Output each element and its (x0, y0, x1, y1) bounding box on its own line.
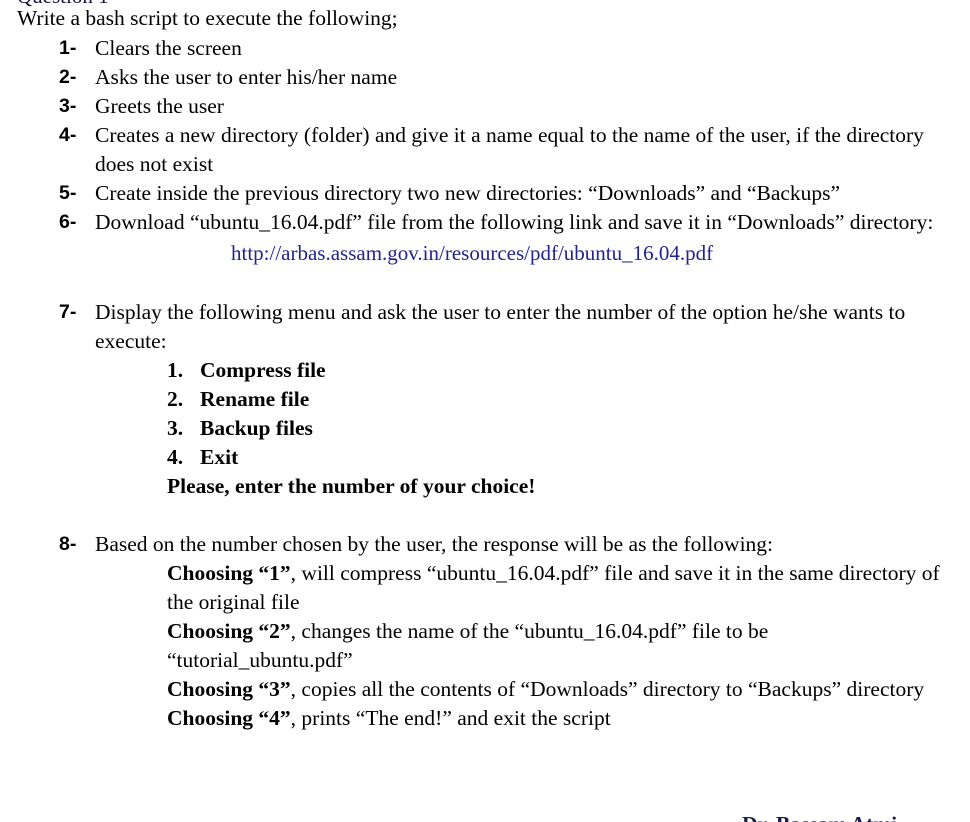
list-item-body: Asks the user to enter his/her name (95, 63, 962, 92)
download-link[interactable]: http://arbas.assam.gov.in/resources/pdf/… (231, 237, 940, 269)
menu-prompt: Please, enter the number of your choice! (167, 474, 536, 498)
footer-signature-clipped: Dr. Bassam Atmi (742, 810, 897, 822)
list-item: 3- Greets the user (0, 92, 970, 121)
list-item-number: 6- (59, 211, 77, 233)
menu-option-number: 1. (167, 358, 184, 382)
list-item-body: Display the following menu and ask the u… (95, 298, 962, 530)
menu-option-number: 4. (167, 445, 184, 469)
list-item-number: 8- (59, 533, 77, 555)
list-item-text: Asks the user to enter his/her name (95, 65, 398, 89)
response-line: Choosing “4”, prints “The end!” and exit… (167, 704, 940, 733)
list-item: 7- Display the following menu and ask th… (0, 298, 970, 530)
intro-paragraph: Write a bash script to execute the follo… (17, 6, 398, 30)
response-line: Choosing “1”, will compress “ubuntu_16.0… (167, 559, 940, 617)
list-item-body: Greets the user (95, 92, 962, 121)
list-item-text: Greets the user (95, 94, 224, 118)
menu-option-label: Backup files (200, 416, 313, 440)
response-line: Choosing “2”, changes the name of the “u… (167, 617, 940, 675)
document-page: Question 1 Write a bash script to execut… (0, 0, 970, 822)
list-item: 1- Clears the screen (0, 34, 970, 63)
response-lead: Choosing “4” (167, 706, 291, 730)
list-item-text: Display the following menu and ask the u… (95, 300, 906, 353)
list-item-body: Creates a new directory (folder) and giv… (95, 121, 962, 179)
menu-option: 3. Backup files (167, 414, 940, 443)
menu-option: 4. Exit (167, 443, 940, 472)
response-block: Choosing “1”, will compress “ubuntu_16.0… (167, 559, 940, 733)
response-lead: Choosing “1” (167, 561, 291, 585)
menu-option: 2. Rename file (167, 385, 940, 414)
list-item: 5- Create inside the previous directory … (0, 179, 970, 208)
task-list: 1- Clears the screen 2- Asks the user to… (0, 34, 970, 733)
menu-option-label: Exit (200, 445, 239, 469)
response-lead: Choosing “2” (167, 619, 291, 643)
menu-option: 1. Compress file (167, 356, 940, 385)
list-item: 4- Creates a new directory (folder) and … (0, 121, 970, 179)
list-item-number: 1- (59, 37, 77, 59)
list-item-number: 3- (59, 95, 77, 117)
menu-option-number: 3. (167, 416, 184, 440)
list-item: 2- Asks the user to enter his/her name (0, 63, 970, 92)
list-item-body: Clears the screen (95, 34, 962, 63)
menu-option-number: 2. (167, 387, 184, 411)
response-rest: , prints “The end!” and exit the script (290, 706, 611, 730)
list-item-number: 2- (59, 66, 77, 88)
list-item-number: 7- (59, 301, 77, 323)
menu-option-label: Rename file (200, 387, 310, 411)
list-item-body: Create inside the previous directory two… (95, 179, 962, 208)
response-line: Choosing “3”, copies all the contents of… (167, 675, 940, 704)
list-item-text: Create inside the previous directory two… (95, 181, 841, 205)
menu-option-label: Compress file (200, 358, 326, 382)
list-item: 8- Based on the number chosen by the use… (0, 530, 970, 733)
list-item-body: Based on the number chosen by the user, … (95, 530, 962, 733)
list-item-text: Download “ubuntu_16.04.pdf” file from th… (95, 210, 934, 234)
menu-block: 1. Compress file 2. Rename file 3. Backu… (167, 356, 940, 501)
list-item-text: Creates a new directory (folder) and giv… (95, 123, 924, 176)
list-item-text: Clears the screen (95, 36, 242, 60)
list-item-number: 5- (59, 182, 77, 204)
response-lead: Choosing “3” (167, 677, 291, 701)
list-item: 6- Download “ubuntu_16.04.pdf” file from… (0, 208, 970, 298)
response-rest: , copies all the contents of “Downloads”… (290, 677, 925, 701)
list-item-text: Based on the number chosen by the user, … (95, 532, 774, 556)
list-item-body: Download “ubuntu_16.04.pdf” file from th… (95, 208, 962, 298)
list-item-number: 4- (59, 124, 77, 146)
